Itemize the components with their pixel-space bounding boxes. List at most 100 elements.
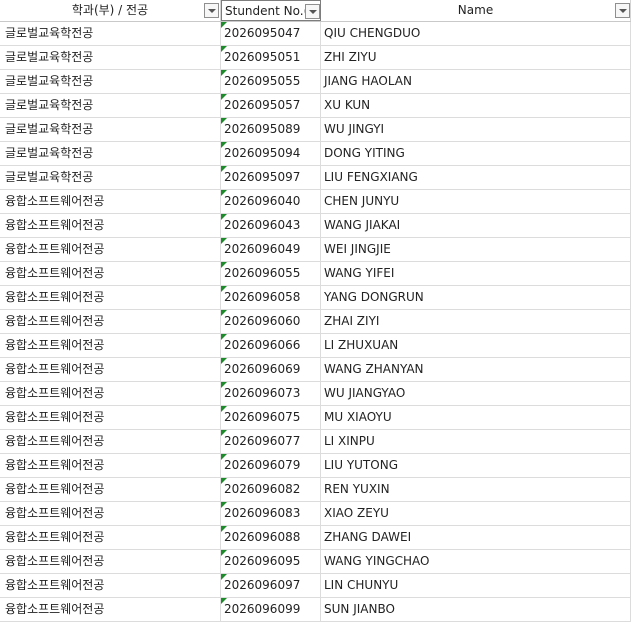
cell-student-no[interactable]: 2026096058	[221, 286, 321, 309]
table-row: 융합소프트웨어전공 2026096066 LI ZHUXUAN	[0, 334, 631, 358]
cell-student-no[interactable]: 2026095089	[221, 118, 321, 141]
cell-name[interactable]: ZHANG DAWEI	[321, 526, 631, 549]
cell-department[interactable]: 융합소프트웨어전공	[0, 478, 221, 501]
cell-student-no[interactable]: 2026096055	[221, 262, 321, 285]
cell-name[interactable]: WANG JIAKAI	[321, 214, 631, 237]
cell-name[interactable]: ZHAI ZIYI	[321, 310, 631, 333]
cell-name[interactable]: YANG DONGRUN	[321, 286, 631, 309]
cell-student-no[interactable]: 2026096097	[221, 574, 321, 597]
student-no-text: 2026096082	[224, 482, 301, 496]
cell-student-no[interactable]: 2026096049	[221, 238, 321, 261]
cell-student-no[interactable]: 2026096088	[221, 526, 321, 549]
cell-student-no[interactable]: 2026095055	[221, 70, 321, 93]
cell-name[interactable]: LIU YUTONG	[321, 454, 631, 477]
cell-student-no[interactable]: 2026096099	[221, 598, 321, 621]
column-header-department[interactable]: 학과(부) / 전공	[0, 0, 221, 21]
cell-name[interactable]: JIANG HAOLAN	[321, 70, 631, 93]
cell-student-no[interactable]: 2026096073	[221, 382, 321, 405]
cell-department[interactable]: 글로벌교육학전공	[0, 142, 221, 165]
cell-name[interactable]: WANG ZHANYAN	[321, 358, 631, 381]
cell-name[interactable]: SUN JIANBO	[321, 598, 631, 621]
cell-name[interactable]: LIU FENGXIANG	[321, 166, 631, 189]
student-no-text: 2026096060	[224, 314, 301, 328]
cell-name[interactable]: WANG YINGCHAO	[321, 550, 631, 573]
cell-department[interactable]: 융합소프트웨어전공	[0, 382, 221, 405]
cell-student-no[interactable]: 2026096066	[221, 334, 321, 357]
cell-department[interactable]: 융합소프트웨어전공	[0, 550, 221, 573]
filter-dropdown-icon[interactable]	[615, 3, 630, 18]
cell-name[interactable]: LI ZHUXUAN	[321, 334, 631, 357]
data-rows: 글로벌교육학전공 2026095047 QIU CHENGDUO 글로벌교육학전공 20…	[0, 22, 631, 622]
cell-department[interactable]: 융합소프트웨어전공	[0, 406, 221, 429]
cell-department[interactable]: 융합소프트웨어전공	[0, 358, 221, 381]
cell-name[interactable]: DONG YITING	[321, 142, 631, 165]
filter-dropdown-icon[interactable]	[204, 3, 219, 18]
table-row: 글로벌교육학전공 2026095097 LIU FENGXIANG	[0, 166, 631, 190]
cell-department[interactable]: 글로벌교육학전공	[0, 22, 221, 45]
table-row: 융합소프트웨어전공 2026096079 LIU YUTONG	[0, 454, 631, 478]
cell-student-no[interactable]: 2026095057	[221, 94, 321, 117]
cell-student-no[interactable]: 2026095094	[221, 142, 321, 165]
cell-department[interactable]: 융합소프트웨어전공	[0, 502, 221, 525]
cell-name[interactable]: ZHI ZIYU	[321, 46, 631, 69]
cell-name[interactable]: LIN CHUNYU	[321, 574, 631, 597]
student-no-text: 2026096099	[224, 602, 301, 616]
cell-department[interactable]: 글로벌교육학전공	[0, 118, 221, 141]
cell-department[interactable]: 글로벌교육학전공	[0, 70, 221, 93]
table-row: 융합소프트웨어전공 2026096060 ZHAI ZIYI	[0, 310, 631, 334]
cell-student-no[interactable]: 2026096083	[221, 502, 321, 525]
cell-student-no[interactable]: 2026096079	[221, 454, 321, 477]
cell-department[interactable]: 글로벌교육학전공	[0, 166, 221, 189]
column-header-name[interactable]: Name	[321, 0, 631, 21]
filter-dropdown-icon[interactable]	[305, 4, 320, 19]
cell-department[interactable]: 융합소프트웨어전공	[0, 214, 221, 237]
cell-department[interactable]: 글로벌교육학전공	[0, 46, 221, 69]
cell-student-no[interactable]: 2026096075	[221, 406, 321, 429]
student-no-text: 2026095057	[224, 98, 301, 112]
number-as-text-indicator-icon	[221, 502, 227, 508]
cell-student-no[interactable]: 2026096077	[221, 430, 321, 453]
cell-student-no[interactable]: 2026095097	[221, 166, 321, 189]
table-row: 융합소프트웨어전공 2026096077 LI XINPU	[0, 430, 631, 454]
cell-department[interactable]: 융합소프트웨어전공	[0, 334, 221, 357]
cell-name[interactable]: LI XINPU	[321, 430, 631, 453]
cell-student-no[interactable]: 2026095047	[221, 22, 321, 45]
cell-name[interactable]: WU JIANGYAO	[321, 382, 631, 405]
student-no-text: 2026096043	[224, 218, 301, 232]
cell-student-no[interactable]: 2026096040	[221, 190, 321, 213]
table-row: 융합소프트웨어전공 2026096043 WANG JIAKAI	[0, 214, 631, 238]
cell-student-no[interactable]: 2026096082	[221, 478, 321, 501]
cell-student-no[interactable]: 2026096060	[221, 310, 321, 333]
cell-name[interactable]: WEI JINGJIE	[321, 238, 631, 261]
table-row: 글로벌교육학전공 2026095094 DONG YITING	[0, 142, 631, 166]
cell-name[interactable]: XIAO ZEYU	[321, 502, 631, 525]
cell-department[interactable]: 융합소프트웨어전공	[0, 286, 221, 309]
cell-student-no[interactable]: 2026096095	[221, 550, 321, 573]
cell-name[interactable]: QIU CHENGDUO	[321, 22, 631, 45]
cell-name[interactable]: WANG YIFEI	[321, 262, 631, 285]
number-as-text-indicator-icon	[221, 550, 227, 556]
cell-department[interactable]: 융합소프트웨어전공	[0, 430, 221, 453]
cell-name[interactable]: CHEN JUNYU	[321, 190, 631, 213]
cell-department[interactable]: 융합소프트웨어전공	[0, 262, 221, 285]
table-row: 융합소프트웨어전공 2026096097 LIN CHUNYU	[0, 574, 631, 598]
cell-department[interactable]: 융합소프트웨어전공	[0, 238, 221, 261]
cell-department[interactable]: 융합소프트웨어전공	[0, 454, 221, 477]
cell-name[interactable]: WU JINGYI	[321, 118, 631, 141]
number-as-text-indicator-icon	[221, 598, 227, 604]
cell-name[interactable]: REN YUXIN	[321, 478, 631, 501]
cell-department[interactable]: 융합소프트웨어전공	[0, 190, 221, 213]
student-no-text: 2026096069	[224, 362, 301, 376]
cell-name[interactable]: XU KUN	[321, 94, 631, 117]
cell-department[interactable]: 융합소프트웨어전공	[0, 310, 221, 333]
cell-student-no[interactable]: 2026095051	[221, 46, 321, 69]
column-header-student-no[interactable]: Stundent No.(|	[221, 0, 321, 21]
cell-department[interactable]: 글로벌교육학전공	[0, 94, 221, 117]
cell-student-no[interactable]: 2026096069	[221, 358, 321, 381]
number-as-text-indicator-icon	[221, 166, 227, 172]
cell-student-no[interactable]: 2026096043	[221, 214, 321, 237]
cell-department[interactable]: 융합소프트웨어전공	[0, 598, 221, 621]
cell-name[interactable]: MU XIAOYU	[321, 406, 631, 429]
cell-department[interactable]: 융합소프트웨어전공	[0, 526, 221, 549]
cell-department[interactable]: 융합소프트웨어전공	[0, 574, 221, 597]
